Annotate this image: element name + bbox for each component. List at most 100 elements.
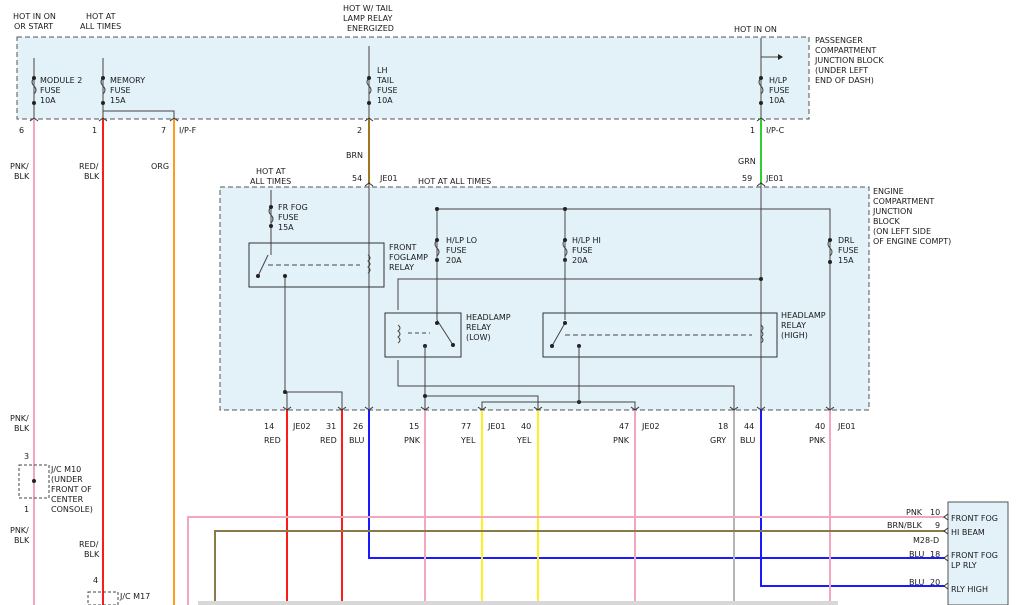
svg-text:15A: 15A — [278, 223, 294, 232]
svg-text:FOGLAMP: FOGLAMP — [389, 253, 428, 262]
svg-text:ALL TIMES: ALL TIMES — [80, 22, 121, 31]
svg-text:1: 1 — [24, 505, 29, 514]
svg-text:20A: 20A — [572, 256, 588, 265]
passenger-block-label: PASSENGER COMPARTMENT JUNCTION BLOCK (UN… — [814, 36, 884, 85]
svg-text:MODULE 2: MODULE 2 — [40, 76, 82, 85]
svg-text:HOT AT ALL TIMES: HOT AT ALL TIMES — [418, 177, 491, 186]
svg-text:OR START: OR START — [14, 22, 53, 31]
svg-text:40: 40 — [815, 422, 825, 431]
svg-text:PNK: PNK — [613, 436, 630, 445]
svg-text:(HIGH): (HIGH) — [781, 331, 808, 340]
svg-text:PNK/: PNK/ — [10, 414, 29, 423]
svg-text:GRN: GRN — [738, 157, 756, 166]
svg-text:BLU: BLU — [909, 550, 925, 559]
svg-text:JE02: JE02 — [641, 422, 660, 431]
svg-text:1: 1 — [750, 126, 755, 135]
svg-text:HOT AT: HOT AT — [256, 167, 286, 176]
svg-text:RELAY: RELAY — [781, 321, 806, 330]
svg-text:PNK: PNK — [906, 508, 923, 517]
svg-text:RLY HIGH: RLY HIGH — [951, 585, 988, 594]
svg-text:BLK: BLK — [14, 424, 30, 433]
svg-text:JE01: JE01 — [765, 174, 784, 183]
svg-text:LP RLY: LP RLY — [951, 561, 977, 570]
svg-text:(ON LEFT SIDE: (ON LEFT SIDE — [873, 227, 931, 236]
svg-text:PNK: PNK — [809, 436, 826, 445]
svg-text:FRONT: FRONT — [389, 243, 416, 252]
svg-text:BRN: BRN — [346, 151, 363, 160]
svg-text:I/P-C: I/P-C — [766, 126, 785, 135]
svg-text:YEL: YEL — [516, 436, 532, 445]
svg-text:GRY: GRY — [710, 436, 726, 445]
svg-text:CONSOLE): CONSOLE) — [51, 505, 93, 514]
svg-text:COMPARTMENT: COMPARTMENT — [873, 197, 934, 206]
svg-text:20: 20 — [930, 578, 940, 587]
svg-text:H/LP LO: H/LP LO — [446, 236, 477, 245]
svg-text:40: 40 — [521, 422, 531, 431]
svg-text:FUSE: FUSE — [769, 86, 790, 95]
svg-text:FUSE: FUSE — [278, 213, 299, 222]
svg-text:(UNDER LEFT: (UNDER LEFT — [815, 66, 868, 75]
svg-text:RED: RED — [320, 436, 337, 445]
svg-text:18: 18 — [718, 422, 728, 431]
svg-text:54: 54 — [352, 174, 362, 183]
svg-text:FUSE: FUSE — [110, 86, 131, 95]
svg-text:ENGINE: ENGINE — [873, 187, 904, 196]
svg-text:HEADLAMP: HEADLAMP — [781, 311, 826, 320]
svg-text:HOT IN ON: HOT IN ON — [734, 25, 777, 34]
svg-text:HOT AT: HOT AT — [86, 12, 116, 21]
svg-text:10A: 10A — [769, 96, 785, 105]
svg-text:YEL: YEL — [460, 436, 476, 445]
svg-text:COMPARTMENT: COMPARTMENT — [815, 46, 876, 55]
svg-text:BLU: BLU — [740, 436, 756, 445]
svg-text:FUSE: FUSE — [838, 246, 859, 255]
svg-text:BLK: BLK — [14, 172, 30, 181]
svg-text:10A: 10A — [377, 96, 393, 105]
svg-text:PNK/: PNK/ — [10, 526, 29, 535]
top-labels: HOT IN ON OR START HOT AT ALL TIMES HOT … — [13, 4, 777, 34]
svg-text:PNK: PNK — [404, 436, 421, 445]
svg-text:RED/: RED/ — [79, 540, 99, 549]
svg-text:I/P-F: I/P-F — [179, 126, 197, 135]
svg-text:JE01: JE01 — [837, 422, 856, 431]
mid-wire-labels: PNK/ BLK RED/ BLK ORG BRN GRN 54 JE01 59… — [10, 151, 784, 183]
svg-text:15A: 15A — [110, 96, 126, 105]
svg-text:1: 1 — [92, 126, 97, 135]
svg-text:FR FOG: FR FOG — [278, 203, 308, 212]
svg-text:59: 59 — [742, 174, 752, 183]
svg-text:ORG: ORG — [151, 162, 169, 171]
svg-text:FRONT FOG: FRONT FOG — [951, 551, 998, 560]
svg-text:JE02: JE02 — [292, 422, 311, 431]
svg-text:JUNCTION: JUNCTION — [872, 207, 912, 216]
svg-text:LAMP RELAY: LAMP RELAY — [343, 14, 392, 23]
svg-text:FUSE: FUSE — [40, 86, 61, 95]
svg-text:CENTER: CENTER — [51, 495, 84, 504]
svg-text:BLK: BLK — [14, 536, 30, 545]
svg-text:MEMORY: MEMORY — [110, 76, 145, 85]
svg-text:(LOW): (LOW) — [466, 333, 491, 342]
svg-text:PASSENGER: PASSENGER — [815, 36, 863, 45]
svg-text:PNK/: PNK/ — [10, 162, 29, 171]
svg-text:ENERGIZED: ENERGIZED — [347, 24, 394, 33]
svg-text:ALL TIMES: ALL TIMES — [250, 177, 291, 186]
wire-blu-44 — [760, 410, 945, 587]
svg-text:14: 14 — [264, 422, 274, 431]
svg-text:BLK: BLK — [84, 172, 100, 181]
bottom-strip — [198, 601, 838, 605]
svg-text:9: 9 — [935, 521, 940, 530]
wiring-diagram: HOT IN ON OR START HOT AT ALL TIMES HOT … — [10, 4, 1009, 605]
svg-text:10A: 10A — [40, 96, 56, 105]
svg-text:7: 7 — [161, 126, 166, 135]
bottom-pin-labels: 14 JE02 RED 31 RED 26 BLU 15 PNK 77 JE01… — [264, 422, 856, 445]
svg-text:J/C M10: J/C M10 — [50, 465, 81, 474]
svg-text:77: 77 — [461, 422, 471, 431]
svg-text:FUSE: FUSE — [377, 86, 398, 95]
svg-text:HI BEAM: HI BEAM — [951, 528, 985, 537]
svg-text:BLU: BLU — [349, 436, 365, 445]
svg-text:44: 44 — [744, 422, 754, 431]
svg-text:OF ENGINE COMPT): OF ENGINE COMPT) — [873, 237, 951, 246]
left-lower-labels: PNK/ BLK 3 J/C M10 (UNDER FRONT OF CENTE… — [10, 414, 150, 601]
svg-text:H/LP HI: H/LP HI — [572, 236, 601, 245]
svg-text:TAIL: TAIL — [376, 76, 394, 85]
svg-text:BLK: BLK — [84, 550, 100, 559]
svg-text:26: 26 — [353, 422, 363, 431]
